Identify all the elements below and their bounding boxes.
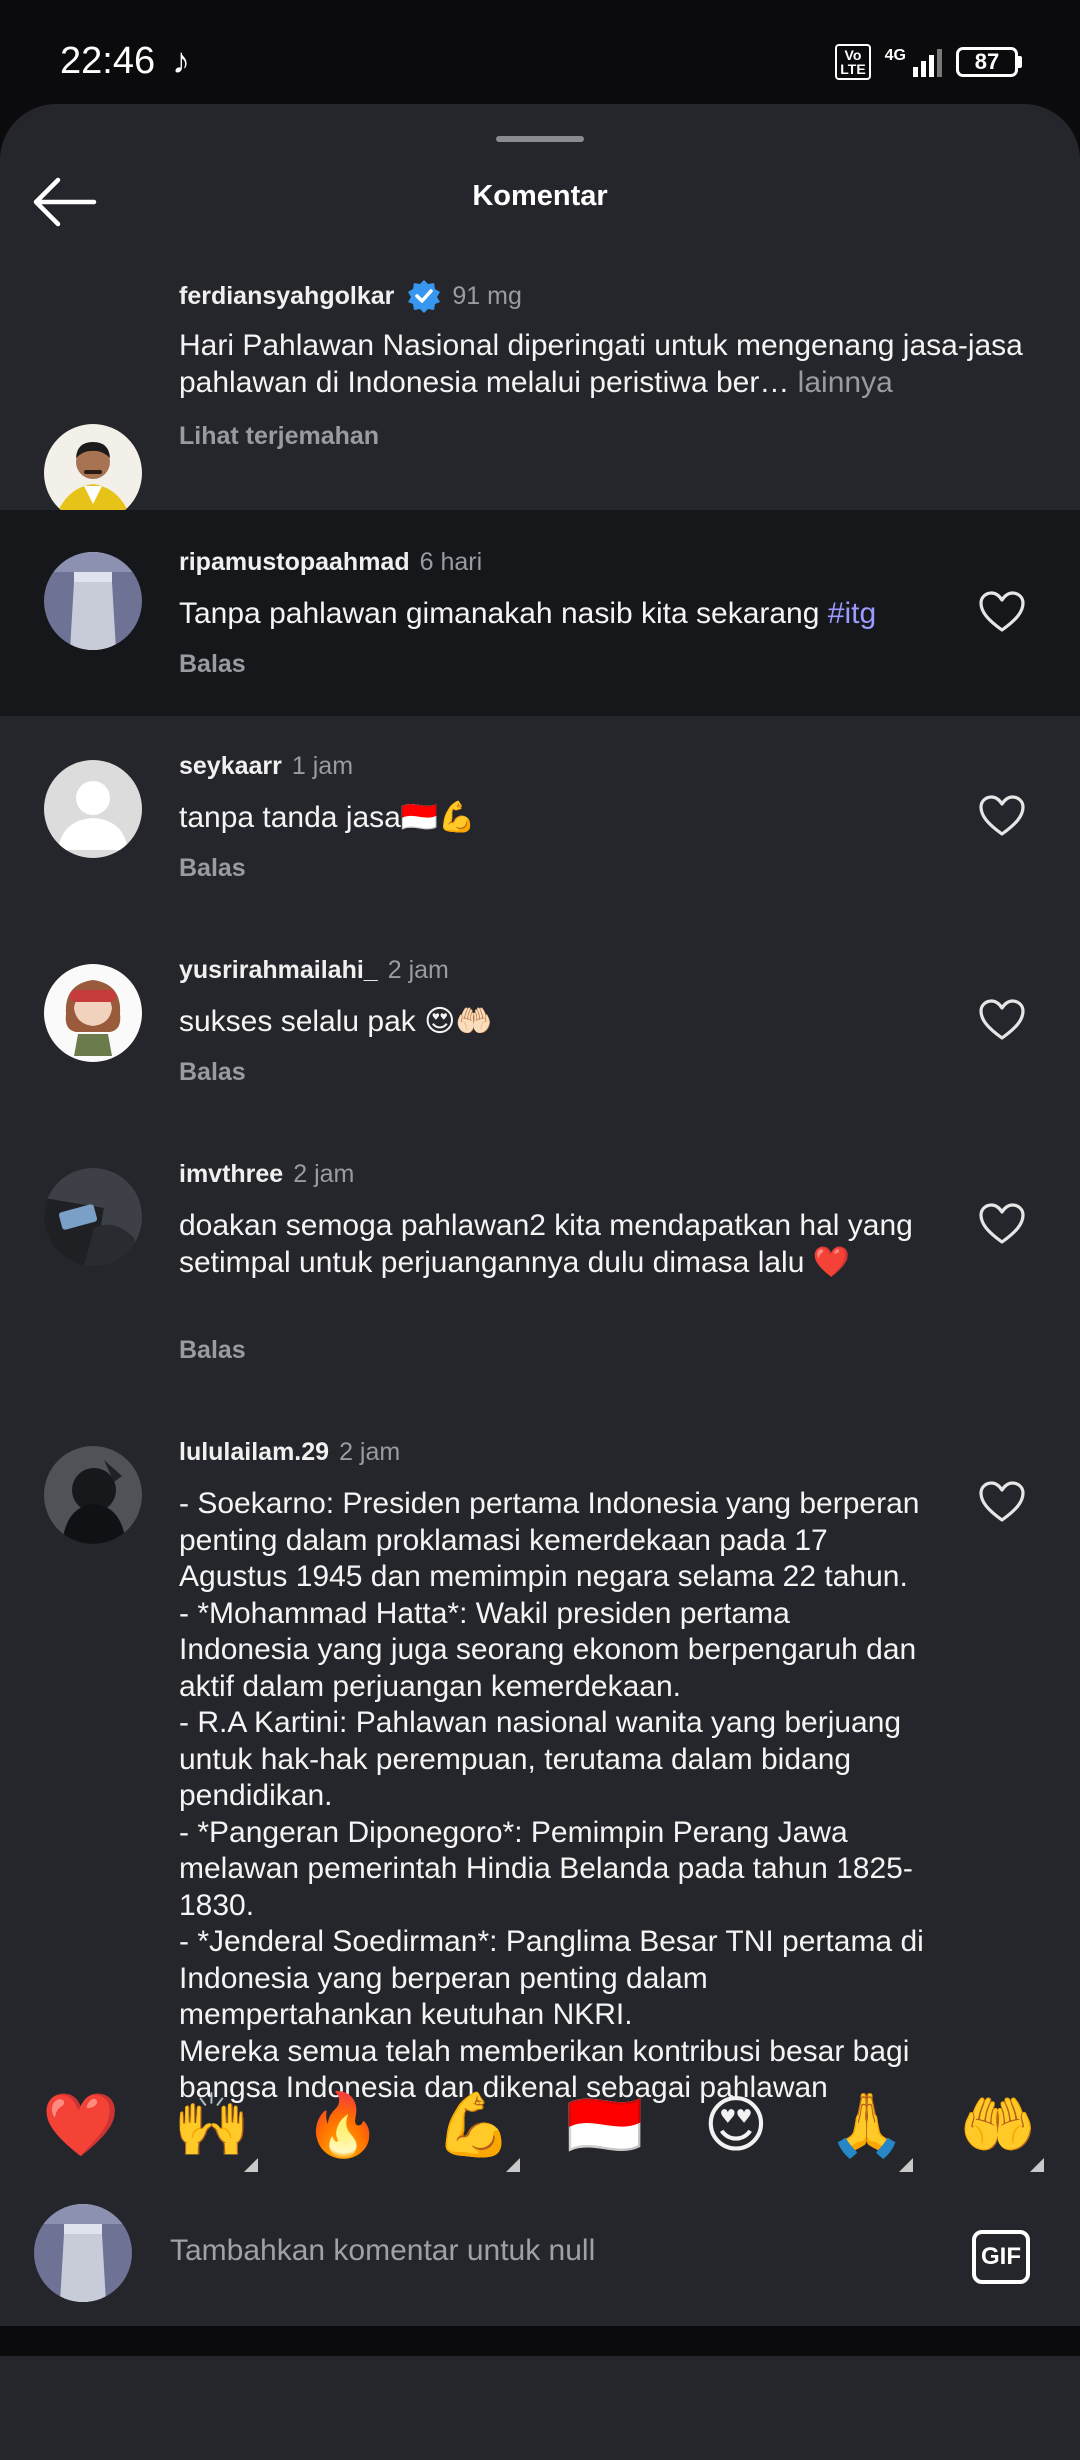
comment-username[interactable]: seykaarr <box>179 752 282 781</box>
emoji-flag-indonesia-button[interactable]: 🇮🇩 <box>555 2076 655 2176</box>
like-heart-icon[interactable] <box>978 794 1026 838</box>
avatar[interactable] <box>44 1168 142 1266</box>
comment-username[interactable]: yusrirahmailahi_ <box>179 956 378 985</box>
verified-badge-icon <box>408 280 441 313</box>
emoji-heart-button[interactable]: ❤️ <box>31 2076 131 2176</box>
battery-icon: 87 <box>956 47 1022 77</box>
like-heart-icon[interactable] <box>978 1202 1026 1246</box>
page-title: Komentar <box>472 180 608 212</box>
comment-header: lululailam.29 2 jam <box>179 1438 400 1467</box>
skin-tone-indicator-icon <box>244 2158 258 2172</box>
more-link[interactable]: lainnya <box>789 366 893 399</box>
caption-header: ferdiansyahgolkar 91 mg <box>179 278 522 314</box>
compose-bar: Tambahkan komentar untuk null GIF <box>0 2186 1080 2326</box>
avatar[interactable] <box>44 760 142 858</box>
comment-text: - Soekarno: Presiden pertama Indonesia y… <box>179 1486 927 2107</box>
reply-button[interactable]: Balas <box>179 1058 246 1087</box>
caption-username[interactable]: ferdiansyahgolkar <box>179 282 394 311</box>
comment-header: imvthree 2 jam <box>179 1160 354 1189</box>
comment-time: 1 jam <box>291 752 354 780</box>
comment-username[interactable]: imvthree <box>179 1160 283 1189</box>
avatar[interactable] <box>44 1446 142 1544</box>
comment-header: seykaarr 1 jam <box>179 752 353 781</box>
skin-tone-indicator-icon <box>899 2158 913 2172</box>
emoji-raised-hands-button[interactable]: 🙌 <box>162 2076 262 2176</box>
emoji-fire-button[interactable]: 🔥 <box>293 2076 393 2176</box>
status-time: 22:46 <box>60 40 156 82</box>
avatar[interactable] <box>44 552 142 650</box>
skin-tone-indicator-icon <box>506 2158 520 2172</box>
caption-text: Hari Pahlawan Nasional diperingati untuk… <box>179 329 1023 399</box>
caption-time: 91 mg <box>452 281 522 310</box>
comment-input[interactable]: Tambahkan komentar untuk null <box>170 2234 595 2268</box>
comment-time: 2 jam <box>293 1160 355 1188</box>
like-heart-icon[interactable] <box>978 1480 1026 1524</box>
emoji-heart-eyes-button[interactable]: 😍 <box>686 2076 786 2176</box>
comment-line: - Soekarno: Presiden pertama Indonesia y… <box>179 1487 920 1593</box>
status-bar: 22:46 ♪ Vo LTE 4G 87 <box>0 0 1080 110</box>
comment-line: - *Mohammad Hatta*: Wakil presiden perta… <box>179 1596 917 1703</box>
gif-button[interactable]: GIF <box>972 2230 1030 2284</box>
emoji-palms-up-button[interactable]: 🤲 <box>948 2076 1048 2176</box>
comment-time: 2 jam <box>387 956 449 984</box>
comment-text: doakan semoga pahlawan2 kita mendapatkan… <box>179 1209 913 1279</box>
drag-handle[interactable] <box>496 136 584 142</box>
reply-button[interactable]: Balas <box>179 650 246 679</box>
comment-time: 2 jam <box>339 1438 401 1466</box>
comment-username[interactable]: ripamustopaahmad <box>179 548 410 577</box>
signal-icon: 4G <box>885 47 942 77</box>
avatar[interactable] <box>44 424 142 522</box>
emoji-folded-hands-button[interactable]: 🙏 <box>817 2076 917 2176</box>
comment-text: sukses selalu pak 😍🤲🏻 <box>179 1005 493 1038</box>
comment-header: ripamustopaahmad 6 hari <box>179 548 482 577</box>
reply-button[interactable]: Balas <box>179 1336 246 1365</box>
comment-text: Tanpa pahlawan gimanakah nasib kita seka… <box>179 597 877 630</box>
like-heart-icon[interactable] <box>978 998 1026 1042</box>
comment-header: yusrirahmailahi_ 2 jam <box>179 956 449 985</box>
like-heart-icon[interactable] <box>978 590 1026 634</box>
comment-text: tanpa tanda jasa🇮🇩💪 <box>179 801 476 834</box>
tiktok-icon: ♪ <box>172 40 190 81</box>
skin-tone-indicator-icon <box>1030 2158 1044 2172</box>
emoji-quick-bar: ❤️ 🙌 🔥 💪 🇮🇩 😍 🙏 🤲 <box>0 2066 1080 2192</box>
comment-line: - *Jenderal Soedirman*: Panglima Besar T… <box>179 1925 924 2031</box>
comment-username[interactable]: lululailam.29 <box>179 1438 329 1467</box>
comment-line: - R.A Kartini: Pahlawan nasional wanita … <box>179 1706 902 1812</box>
system-nav-bar <box>0 2326 1080 2356</box>
hashtag-link[interactable]: #itg <box>828 597 876 630</box>
translate-link[interactable]: Lihat terjemahan <box>179 422 379 451</box>
avatar <box>34 2204 132 2302</box>
reply-button[interactable]: Balas <box>179 854 246 883</box>
avatar[interactable] <box>44 964 142 1062</box>
emoji-flexed-biceps-button[interactable]: 💪 <box>424 2076 524 2176</box>
comment-time: 6 hari <box>419 548 483 576</box>
volte-icon: Vo LTE <box>835 44 871 80</box>
comment-line: - *Pangeran Diponegoro*: Pemimpin Perang… <box>179 1815 913 1922</box>
